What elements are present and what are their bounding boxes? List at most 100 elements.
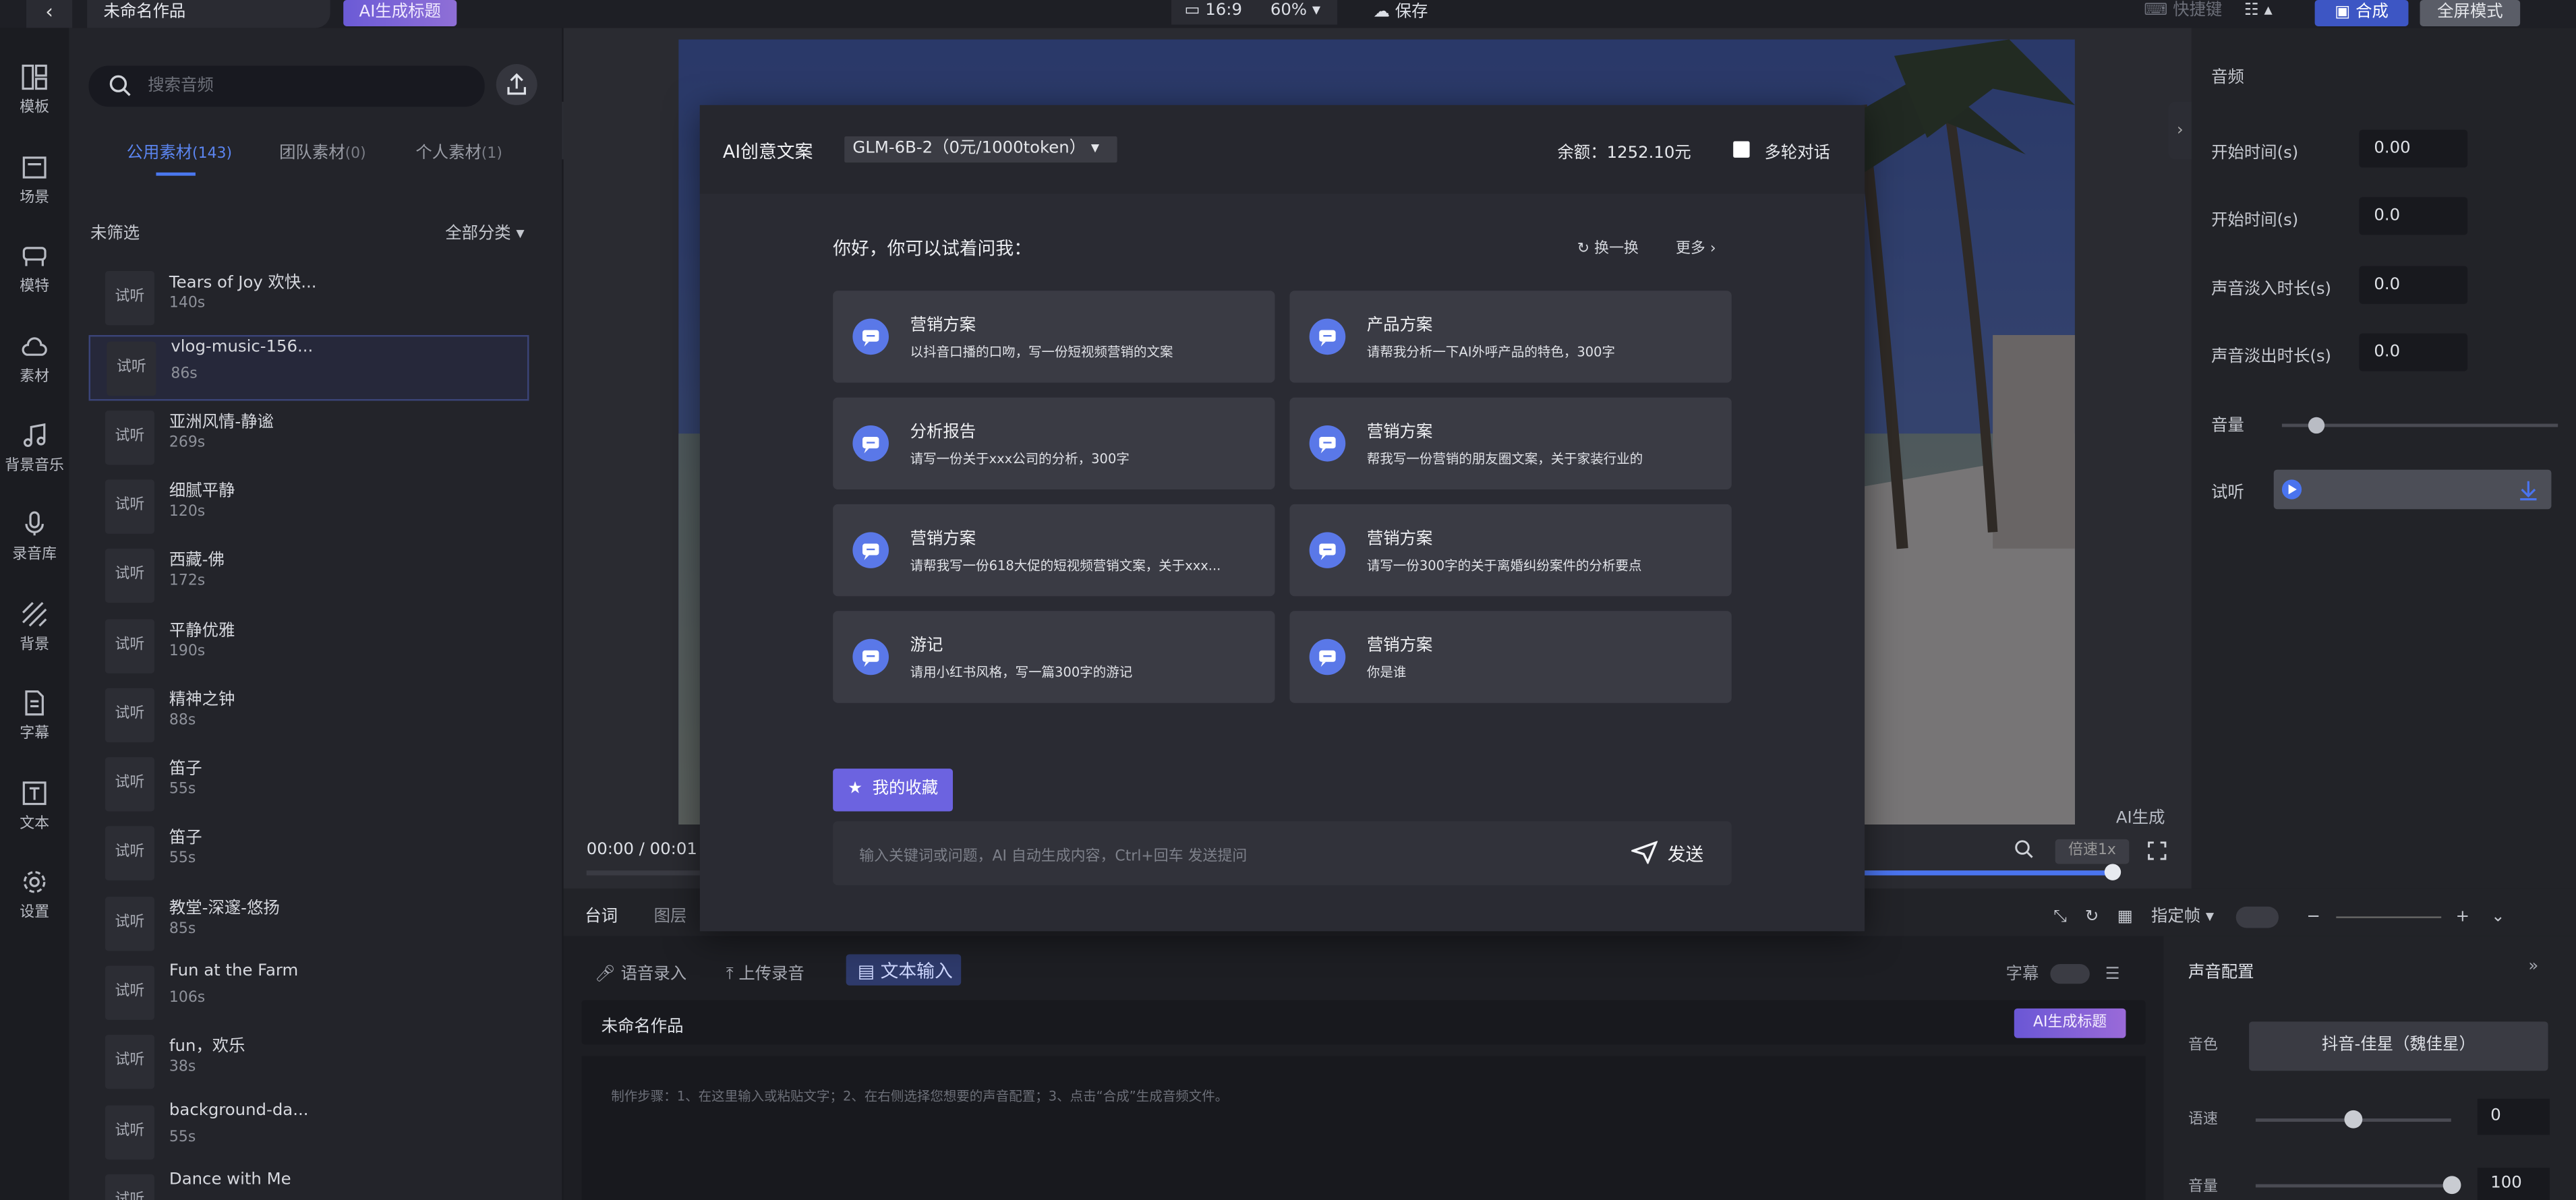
nav-item-template[interactable]: 模板 [0,64,69,117]
prompt-card[interactable]: 营销方案 以抖音口播的口吻，写一份短视频营销的文案 [833,291,1275,383]
source-tab-voice[interactable]: 🎤︎ 语音录入 [595,959,686,984]
nav-item-settings[interactable]: 设置 [0,869,69,922]
zoom-in-icon[interactable]: + [2456,908,2469,926]
volume-handle[interactable] [2308,417,2325,434]
try-listen-button[interactable]: 试听 [105,688,155,742]
more-button[interactable]: 更多 › [1676,237,1716,258]
double-chevron-right-icon[interactable]: » [2528,957,2538,976]
search-input[interactable]: 搜索音频 [88,65,485,107]
tab-personal[interactable]: 个人素材(1) [415,138,502,162]
audio-list-item[interactable]: 试听 background-da... 55s [89,1100,529,1165]
prompt-card[interactable]: 产品方案 请帮我分析一下AI外呼产品的特色，300字 [1289,291,1732,383]
subtitle-toggle[interactable]: 字幕 ☰ [2006,959,2120,984]
audio-list-item[interactable]: 试听 笛子 55s [89,752,529,818]
try-listen-button[interactable]: 试听 [105,896,155,951]
source-tab-upload[interactable]: ⤒ 上传录音 [726,959,804,984]
voice-volume-handle[interactable] [2442,1176,2461,1195]
shortcut-button[interactable]: ⌨ 快捷键 [2144,0,2222,23]
grid-icon[interactable]: ▦ [2117,908,2133,926]
audio-preview-player[interactable] [2273,469,2552,510]
try-listen-button[interactable]: 试听 [105,549,155,603]
try-listen-button[interactable]: 试听 [105,1035,155,1089]
compose-button[interactable]: ▣ 合成 [2314,0,2409,26]
try-listen-button[interactable]: 试听 [107,342,156,396]
audio-list-item[interactable]: 试听 Tears of Joy 欢快... 140s [89,266,529,332]
try-listen-button[interactable]: 试听 [105,757,155,812]
fade-out-input[interactable]: 0.0 [2359,333,2468,371]
doc-title[interactable]: 未命名作品 [602,1012,684,1036]
tab-layers[interactable]: 图层 [654,901,687,926]
try-listen-button[interactable]: 试听 [105,965,155,1020]
ai-title-button-bottom[interactable]: AI生成标题 [2014,1008,2126,1038]
audio-list-item[interactable]: 试听 亚洲风情-静谧 269s [89,405,529,471]
send-button[interactable]: 发送 [1631,841,1703,867]
tab-lines[interactable]: 台词 [585,901,618,926]
nav-item-text[interactable]: 文本 [0,780,69,833]
upload-button[interactable] [496,64,537,105]
try-listen-button[interactable]: 试听 [105,1104,155,1159]
audio-list-item[interactable]: 试听 平静优雅 190s [89,613,529,679]
collapse-down-icon[interactable]: ⌄ [2491,908,2505,926]
multi-turn-checkbox[interactable] [1733,141,1750,158]
script-text-input[interactable] [581,1056,2146,1200]
voice-volume-slider[interactable] [2255,1184,2451,1188]
audio-list-item[interactable]: 试听 vlog-music-156... 86s [88,335,529,402]
subtitle-switch[interactable] [2050,964,2090,984]
timeline-zoom-slider[interactable] [2335,916,2441,918]
speed-select[interactable]: 倍速1x [2055,839,2130,864]
nav-item-recordings[interactable]: 录音库 [0,511,69,564]
prompt-card[interactable]: 营销方案 帮我写一份营销的朋友圈文案，关于家装行业的 [1289,397,1732,489]
audio-list-item[interactable]: 试听 笛子 55s [89,822,529,887]
try-listen-button[interactable]: 试听 [105,479,155,534]
settings-sliders-icon[interactable]: ☰ [2105,965,2120,984]
prompt-card[interactable]: 分析报告 请写一份关于xxx公司的分析，300字 [833,397,1275,489]
prompt-card[interactable]: 游记 请用小红书风格，写一篇300字的游记 [833,611,1275,703]
shrink-icon[interactable]: ⤡ [2053,908,2066,926]
audio-list-item[interactable]: 试听 Dance with Me [89,1169,529,1200]
nav-item-material[interactable]: 素材 [0,334,69,386]
expand-icon[interactable] [2147,841,2167,860]
nav-item-scene[interactable]: 场景 [0,154,69,207]
collapse-right-button[interactable]: › [2168,102,2192,160]
try-listen-button[interactable]: 试听 [105,1174,155,1200]
try-listen-button[interactable]: 试听 [105,827,155,881]
tone-select[interactable]: 抖音-佳星（魏佳星） [2249,1021,2548,1071]
prompt-card[interactable]: 营销方案 你是谁 [1289,611,1732,703]
voice-volume-input[interactable]: 100 [2477,1168,2550,1200]
frame-select[interactable]: 指定帧 [2151,908,2200,926]
ratio-select[interactable]: 16:9 [1205,1,1242,20]
audio-list-item[interactable]: 试听 Fun at the Farm 106s [89,961,529,1026]
model-select[interactable]: GLM-6B-2（0元/1000token） ▾ [844,136,1117,163]
speed-handle[interactable] [2344,1110,2363,1129]
nav-item-model[interactable]: 模特 [0,243,69,296]
start-time-input-2[interactable]: 0.0 [2359,197,2468,235]
frame-toggle[interactable] [2235,905,2279,928]
back-button[interactable]: ‹ [26,0,73,28]
start-time-input[interactable]: 0.00 [2359,129,2468,168]
try-listen-button[interactable]: 试听 [105,618,155,673]
ai-title-button[interactable]: AI生成标题 [343,0,457,26]
source-tab-text[interactable]: ▤ 文本输入 [846,954,962,986]
prompt-card[interactable]: 营销方案 请写一份300字的关于离婚纠纷案件的分析要点 [1289,504,1732,597]
tab-public[interactable]: 公用素材(143) [127,138,232,162]
audio-list-item[interactable]: 试听 教堂-深邃-悠扬 85s [89,891,529,957]
audio-list-item[interactable]: 试听 精神之钟 88s [89,683,529,748]
audio-list-item[interactable]: 试听 西藏-佛 172s [89,544,529,609]
tab-team[interactable]: 团队素材(0) [279,138,366,162]
zoom-out-icon[interactable]: − [2306,908,2320,926]
nav-item-background[interactable]: 背景 [0,601,69,654]
try-listen-button[interactable]: 试听 [105,270,155,326]
audio-list-item[interactable]: 试听 fun，欢乐 38s [89,1030,529,1096]
audio-list-item[interactable]: 试听 细腻平静 120s [89,475,529,540]
layout-toggle-icon[interactable]: ☷ ▴ [2244,1,2273,20]
project-title-input[interactable]: 未命名作品 [87,0,330,28]
progress-handle[interactable] [2104,864,2121,880]
favorites-button[interactable]: ★ 我的收藏 [833,769,954,812]
refresh-icon[interactable]: ↻ [2085,908,2099,926]
prompt-card[interactable]: 营销方案 请帮我写一份618大促的短视频营销文案，关于xxx... [833,504,1275,597]
refresh-button[interactable]: ↻ 换一换 [1577,237,1639,258]
speed-input[interactable]: 0 [2477,1098,2550,1135]
try-listen-button[interactable]: 试听 [105,410,155,464]
nav-item-bgm[interactable]: 背景音乐 [0,422,69,475]
save-button[interactable]: ☁ 保存 [1374,0,1428,25]
